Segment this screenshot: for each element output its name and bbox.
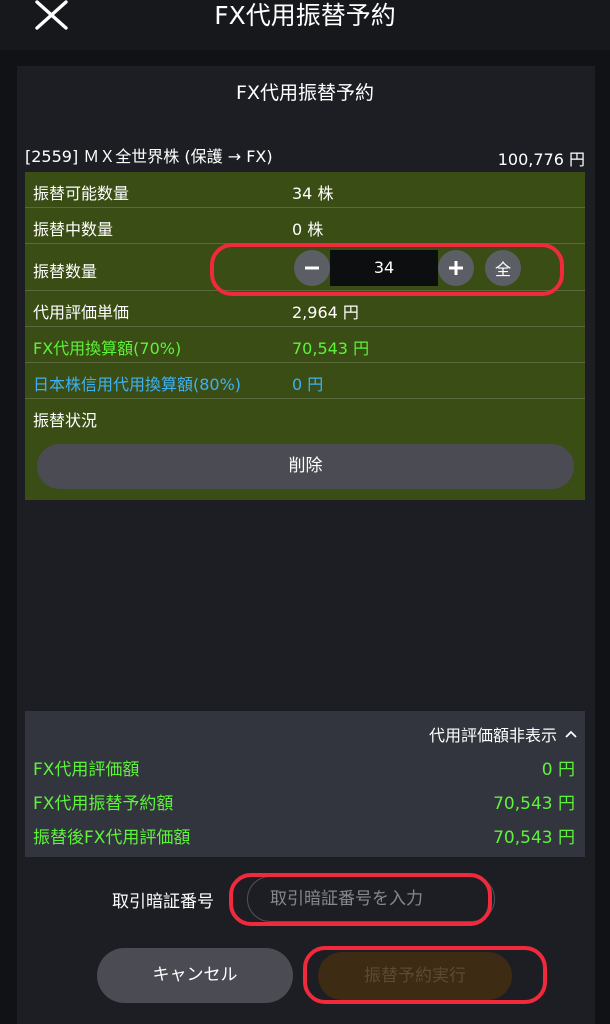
transfer-qty-label: 振替数量 (33, 262, 98, 281)
summary-row: 振替後FX代用評価額 70,543 円 (25, 819, 585, 849)
summary-value: 70,543 円 (493, 828, 575, 848)
row-in-transfer: 振替中数量 0 株 (25, 208, 585, 244)
summary-label: 振替後FX代用評価額 (33, 828, 191, 848)
summary-label: FX代用評価額 (33, 760, 140, 780)
security-name: [2559] ＭＸ全世界株 (保護 → FX) (25, 147, 273, 166)
summary-value: 70,543 円 (493, 794, 575, 814)
summary-value: 0 円 (541, 760, 575, 780)
summary-label: FX代用振替予約額 (33, 794, 174, 814)
jp-margin-label: 日本株信用代用換算額(80%) (33, 375, 242, 394)
submit-highlight (303, 946, 547, 1004)
status-label: 振替状況 (33, 411, 98, 430)
top-bar: FX代用振替予約 (0, 0, 610, 50)
summary-row: FX代用振替予約額 70,543 円 (25, 785, 585, 815)
panel-title: FX代用振替予約 (236, 82, 374, 104)
transferable-value: 34 株 (292, 184, 334, 203)
fx-conversion-label: FX代用換算額(70%) (33, 339, 182, 358)
row-status: 振替状況 (25, 399, 585, 434)
row-jp-margin: 日本株信用代用換算額(80%) 0 円 (25, 363, 585, 399)
summary-row: FX代用評価額 0 円 (25, 751, 585, 781)
row-transferable: 振替可能数量 34 株 (25, 172, 585, 208)
valuation-toggle[interactable]: 代用評価額非表示 (429, 722, 577, 746)
cancel-button[interactable]: キャンセル (97, 948, 293, 1003)
summary-panel: 代用評価額非表示 FX代用評価額 0 円 FX代用振替予約額 70,543 円 … (25, 711, 585, 857)
chevron-up-icon (565, 730, 577, 738)
unit-price-value: 2,964 円 (292, 303, 359, 322)
in-transfer-value: 0 株 (292, 220, 324, 239)
pin-label: 取引暗証番号 (112, 892, 214, 912)
valuation-toggle-label: 代用評価額非表示 (428, 726, 557, 745)
page-title: FX代用振替予約 (214, 1, 396, 30)
security-price: 100,776 円 (497, 150, 585, 169)
in-transfer-label: 振替中数量 (33, 220, 114, 239)
fx-conversion-value: 70,543 円 (292, 339, 370, 358)
pin-highlight (229, 873, 492, 926)
delete-button[interactable]: 削除 (37, 444, 574, 489)
stepper-highlight (210, 243, 564, 296)
transfer-details: 振替可能数量 34 株 振替中数量 0 株 振替数量 34 全 代用評価単価 2… (25, 172, 585, 500)
row-fx-conversion: FX代用換算額(70%) 70,543 円 (25, 327, 585, 363)
unit-price-label: 代用評価単価 (33, 303, 130, 322)
row-unit-price: 代用評価単価 2,964 円 (25, 291, 585, 327)
transferable-label: 振替可能数量 (33, 184, 130, 203)
jp-margin-value: 0 円 (292, 375, 324, 394)
